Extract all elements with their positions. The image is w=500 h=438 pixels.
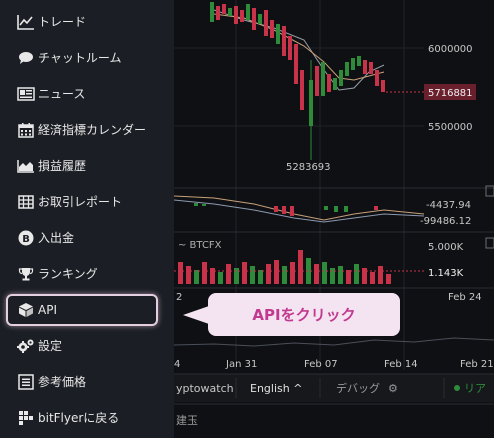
- sidebar-item-reference-price[interactable]: 参考価格: [0, 365, 174, 399]
- trophy-icon: [17, 265, 35, 283]
- sidebar-item-profit-history[interactable]: 損益履歴: [0, 149, 174, 183]
- realtime-status: リア: [464, 382, 486, 395]
- gears-icon: [17, 337, 35, 355]
- callout-pointer: [183, 306, 209, 324]
- sidebar-item-label: チャットルーム: [38, 51, 122, 65]
- bottom-date-2: Feb 07: [304, 359, 338, 370]
- sidebar-item-label: 設定: [38, 339, 63, 353]
- chat-bubble-icon: [17, 49, 35, 67]
- indicator-value-1: -4437.94: [426, 200, 471, 211]
- list-icon: [17, 373, 35, 391]
- svg-text:B: B: [22, 234, 30, 245]
- sidebar-item-label: ニュース: [38, 87, 86, 101]
- price-axis-upper: 6000000: [428, 44, 473, 55]
- volume-axis-high: 5.000K: [428, 242, 464, 253]
- volume-series-label: ~ BTCFX: [178, 240, 222, 251]
- low-price-label: 5283693: [286, 162, 331, 173]
- callout-bubble: APIをクリック: [208, 293, 400, 336]
- sidebar-item-label: ランキング: [38, 267, 98, 281]
- sidebar-item-back-to-bitflyer[interactable]: bitFlyerに戻る: [0, 401, 174, 435]
- bitflyer-logo-icon: [17, 409, 35, 427]
- newspaper-icon: [17, 85, 35, 103]
- sidebar-item-label: bitFlyerに戻る: [38, 411, 120, 425]
- date-axis-left: 2: [176, 292, 182, 303]
- sidebar-item-label: 損益履歴: [38, 159, 87, 173]
- sidebar-item-news[interactable]: ニュース: [0, 77, 174, 111]
- cube-icon: [17, 301, 35, 319]
- calendar-icon: [17, 121, 35, 139]
- sidebar-item-calendar[interactable]: 経済指標カレンダー: [0, 113, 174, 147]
- status-dot-icon: [454, 385, 460, 391]
- right-edge: [494, 0, 500, 438]
- sidebar-item-label: 経済指標カレンダー: [38, 123, 147, 137]
- bottom-date-4: Feb 21: [460, 359, 494, 370]
- debug-toggle[interactable]: デバッグ: [336, 381, 380, 395]
- chart-svg: 6000000 5716881 5500000 5283693 -4437.94…: [174, 0, 494, 438]
- date-axis-right: Feb 24: [448, 292, 482, 303]
- sidebar-item-chat[interactable]: チャットルーム: [0, 41, 174, 75]
- price-axis-current: 5716881: [428, 88, 473, 99]
- positions-label: 建玉: [176, 413, 198, 427]
- line-chart-icon: [17, 13, 35, 31]
- language-selector[interactable]: English ^: [250, 382, 302, 395]
- sidebar-item-label: 入出金: [38, 231, 75, 245]
- bottom-date-1: Jan 31: [225, 359, 257, 370]
- sidebar-item-settings[interactable]: 設定: [0, 329, 174, 363]
- chart-area[interactable]: 6000000 5716881 5500000 5283693 -4437.94…: [174, 0, 494, 438]
- sidebar-item-trade-report[interactable]: お取引レポート: [0, 185, 174, 219]
- bitcoin-icon: B: [17, 229, 35, 247]
- indicator-value-2: -99486.12: [420, 216, 471, 227]
- sidebar-item-label: お取引レポート: [38, 195, 123, 209]
- area-chart-icon: [17, 157, 35, 175]
- table-icon: [17, 193, 35, 211]
- sidebar-item-label: API: [38, 303, 57, 317]
- sidebar-item-trade[interactable]: トレード: [0, 5, 174, 39]
- sidebar-item-label: トレード: [38, 15, 87, 29]
- screenshot-root: 6000000 5716881 5500000 5283693 -4437.94…: [0, 0, 500, 438]
- sidebar-item-ranking[interactable]: ランキング: [0, 257, 174, 291]
- callout-text: APIをクリック: [252, 306, 356, 324]
- gear-icon[interactable]: ⚙: [388, 382, 398, 395]
- bottom-date-3: Feb 14: [384, 359, 418, 370]
- volume-axis-current: 1.143K: [428, 268, 464, 279]
- sidebar-item-label: 参考価格: [38, 375, 87, 389]
- sidebar-item-api[interactable]: API: [0, 293, 174, 327]
- bottom-date-0: 4: [174, 359, 180, 370]
- sidebar-item-deposit[interactable]: B 入出金: [0, 221, 174, 255]
- footer-source-link[interactable]: yptowatch: [176, 382, 234, 395]
- sidebar: トレード チャットルーム ニュース 経済指標カレンダー 損益履歴 お取引レポート…: [0, 0, 174, 438]
- price-axis-lower: 5500000: [428, 122, 473, 133]
